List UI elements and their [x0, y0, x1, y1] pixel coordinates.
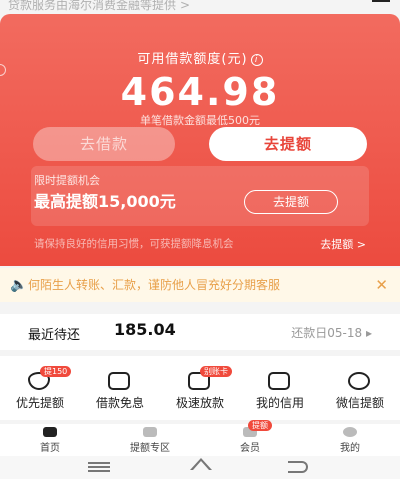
service-label: 我的信用 [255, 396, 304, 410]
promo-raise-button[interactable]: 去提额 [244, 190, 338, 214]
notice-text: 何陌生人转账、汇款，谨防他人冒充好分期客服 [28, 278, 281, 292]
tab-mine[interactable]: 我的 [300, 424, 400, 456]
tip-raise-link[interactable]: 去提额 > [320, 236, 366, 252]
tab-badge: 提额 [248, 420, 272, 431]
promo-max-amount: 最高提额15,000元 [34, 192, 176, 211]
menu-icon[interactable] [372, 0, 390, 4]
back-icon[interactable] [288, 461, 308, 473]
repayment-row[interactable]: 最近待还 185.04 还款日05-18 ▸ [0, 314, 400, 350]
service-badge: 提150 [40, 366, 72, 377]
service-label: 借款免息 [95, 396, 144, 410]
service-interest-free[interactable]: 借款免息 [80, 356, 160, 420]
chevron-right-icon: > [356, 238, 366, 251]
tip-link-label: 去提额 [320, 238, 354, 251]
service-label: 优先提额 [15, 396, 64, 410]
service-label: 极速放款 [175, 396, 224, 410]
credit-limit-label: 可用借款额度(元) [137, 52, 248, 67]
tab-raise-zone[interactable]: 提额专区 [100, 424, 200, 456]
credit-amount: 464.98 [120, 70, 280, 114]
repay-label: 最近待还 [28, 328, 81, 343]
provider-line[interactable]: 贷款服务由海尔消费金融等提供 > [0, 0, 400, 14]
tab-label: 我的 [340, 443, 360, 454]
close-icon[interactable]: ✕ [375, 268, 388, 302]
tab-label: 会员 [240, 443, 260, 454]
recent-apps-icon[interactable] [88, 462, 110, 472]
service-fast-payout[interactable]: 别账卡 极速放款 [160, 356, 240, 420]
tab-home[interactable]: 首页 [0, 424, 100, 456]
info-icon[interactable]: i [250, 54, 263, 66]
raise-limit-button[interactable]: 去提额 [209, 127, 367, 161]
borrow-button[interactable]: 去借款 [33, 127, 175, 161]
home-nav-icon[interactable] [190, 458, 212, 470]
tab-label: 首页 [40, 443, 60, 454]
service-priority-raise[interactable]: 提150 优先提额 [0, 356, 80, 420]
home-icon [43, 427, 57, 437]
yen-card-icon [108, 372, 130, 390]
repay-amount: 185.04 [114, 320, 176, 339]
credit-doc-icon [268, 372, 290, 390]
service-grid: 提150 优先提额 借款免息 别账卡 极速放款 我的信用 微信提额 [0, 356, 400, 420]
system-nav-bar [0, 456, 400, 479]
fraud-notice-bar: 🔈 何陌生人转账、汇款，谨防他人冒充好分期客服 ✕ [0, 268, 400, 302]
service-label: 微信提额 [335, 396, 384, 410]
repay-date: 还款日05-18 ▸ [291, 326, 372, 340]
bottom-tab-bar: 首页 提额专区 提额 会员 我的 [0, 420, 400, 456]
service-badge: 别账卡 [200, 366, 232, 377]
service-my-credit[interactable]: 我的信用 [240, 356, 320, 420]
app-screen: 贷款服务由海尔消费金融等提供 > 可用借款额度(元) i 464.98 单笔借款金额… [0, 0, 400, 479]
provider-text: 贷款服务由海尔消费金融等提供 [8, 0, 177, 12]
raise-zone-icon [143, 427, 157, 437]
chat-icon [348, 372, 370, 390]
speaker-icon: 🔈 [10, 277, 28, 293]
chevron-right-icon: > [180, 0, 191, 12]
promo-label: 限时提额机会 [34, 174, 100, 187]
profile-icon [343, 427, 357, 437]
tab-label: 提额专区 [130, 443, 170, 454]
tab-member[interactable]: 提额 会员 [200, 420, 300, 456]
service-wechat-raise[interactable]: 微信提额 [320, 356, 400, 420]
minimum-loan-note: 单笔借款金额最低500元 [140, 114, 260, 127]
credit-limit-title: 可用借款额度(元) i [0, 48, 400, 67]
